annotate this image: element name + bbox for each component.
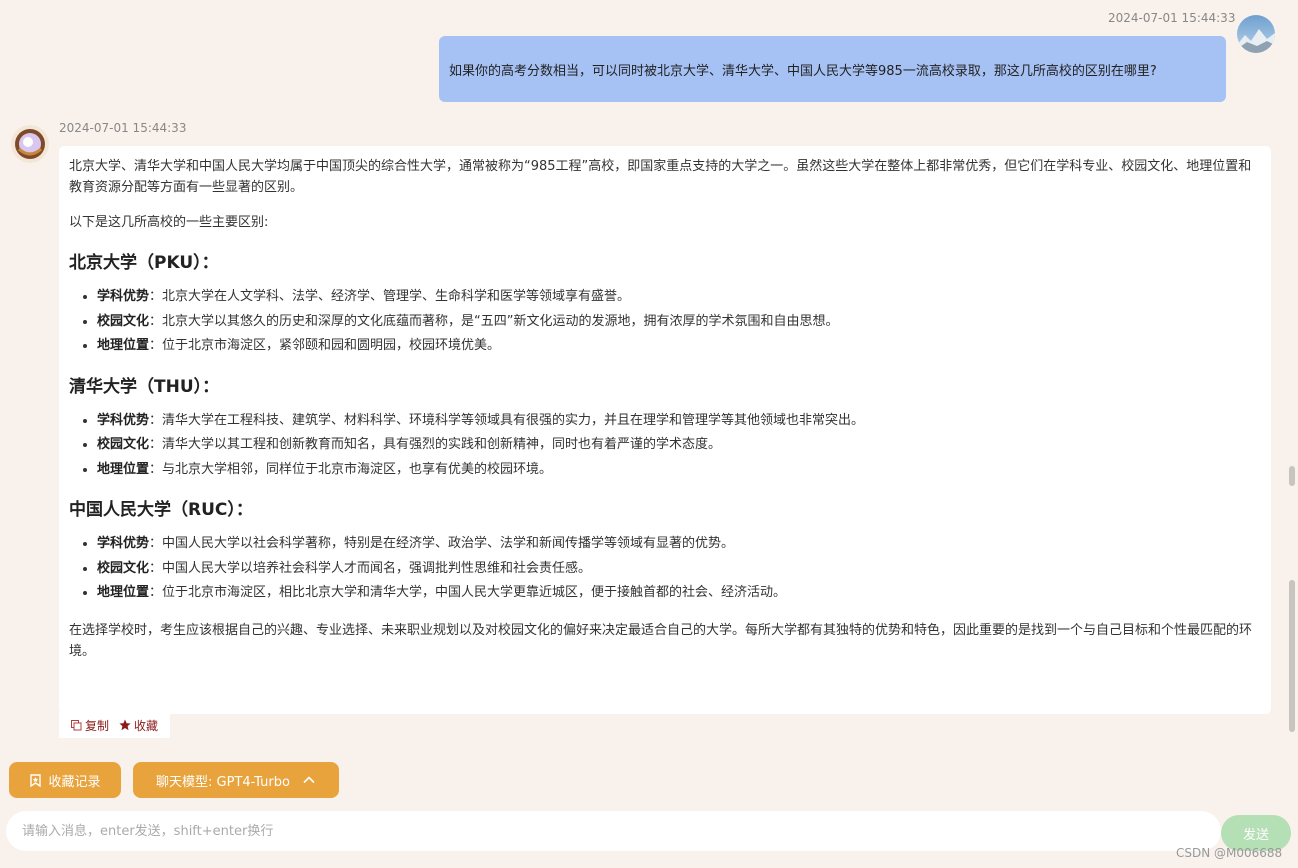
list-item-label: 学科优势 xyxy=(97,289,150,304)
list-item-text: ：清华大学以其工程和创新教育而知名，具有强烈的实践和创新精神，同时也有着严谨的学… xyxy=(149,437,722,452)
list-item-label: 校园文化 xyxy=(97,313,150,329)
list-item-text: ：清华大学在工程科技、建筑学、材料科学、环境科学等领域具有很强的实力，并且在理学… xyxy=(149,412,865,428)
list-item-label: 地理位置 xyxy=(97,461,150,477)
chat-model-selector[interactable]: 聊天模型: GPT4-Turbo xyxy=(133,762,339,798)
copy-icon xyxy=(71,719,82,730)
ai-intro-paragraph: 北京大学、清华大学和中国人民大学均属于中国顶尖的综合性大学，通常被称为“985工… xyxy=(69,159,1252,195)
list-item: 学科优势：清华大学在工程科技、建筑学、材料科学、环境科学等领域具有很强的实力，并… xyxy=(97,409,1261,434)
user-avatar xyxy=(1237,15,1275,53)
list-item-text: ：中国人民大学以社会科学著称，特别是在经济学、政治学、法学和新闻传播学等领域有显… xyxy=(149,536,735,551)
message-input-container xyxy=(6,811,1221,851)
ai-conclusion-paragraph: 在选择学校时，考生应该根据自己的兴趣、专业选择、未来职业规划以及对校园文化的偏好… xyxy=(69,622,1253,659)
list-item: 地理位置：位于北京市海淀区，紧邻颐和园和圆明园，校园环境优美。 xyxy=(97,334,1261,359)
list-item: 学科优势：中国人民大学以社会科学著称，特别是在经济学、政治学、法学和新闻传播学等… xyxy=(97,532,1261,557)
copy-button[interactable]: 复制 xyxy=(71,717,109,734)
favorite-label: 收藏 xyxy=(134,718,159,733)
list-item: 校园文化：北京大学以其悠久的历史和深厚的文化底蕴而著称，是“五四”新文化运动的发… xyxy=(97,310,1261,335)
section-heading-ruc: 中国人民大学（RUC）： xyxy=(69,500,253,520)
section-list-ruc: 学科优势：中国人民大学以社会科学著称，特别是在经济学、政治学、法学和新闻传播学等… xyxy=(69,532,1261,606)
user-message-bubble: 如果你的高考分数相当，可以同时被北京大学、清华大学、中国人民大学等985一流高校… xyxy=(439,36,1226,102)
favorite-button[interactable]: 收藏 xyxy=(119,717,158,734)
bookmark-icon xyxy=(30,773,42,787)
user-message-timestamp: 2024-07-01 15:44:33 xyxy=(1108,11,1236,25)
list-item-label: 学科优势 xyxy=(97,412,150,428)
copy-label: 复制 xyxy=(85,718,110,733)
message-actions: 复制 收藏 xyxy=(59,712,170,738)
section-heading-pku: 北京大学（PKU）： xyxy=(69,253,219,273)
favorites-record-button[interactable]: 收藏记录 xyxy=(9,762,121,798)
section-list-pku: 学科优势：北京大学在人文学科、法学、经济学、管理学、生命科学和医学等领域享有盛誉… xyxy=(69,285,1261,359)
list-item-label: 校园文化 xyxy=(97,560,150,576)
ai-message-card: 北京大学、清华大学和中国人民大学均属于中国顶尖的综合性大学，通常被称为“985工… xyxy=(59,146,1271,714)
list-item-label: 学科优势 xyxy=(97,536,150,551)
list-item: 地理位置：与北京大学相邻，同样位于北京市海淀区，也享有优美的校园环境。 xyxy=(97,458,1261,483)
section-list-thu: 学科优势：清华大学在工程科技、建筑学、材料科学、环境科学等领域具有很强的实力，并… xyxy=(69,409,1261,483)
send-label: 发送 xyxy=(1242,827,1269,843)
star-icon xyxy=(119,719,131,731)
list-item-text: ：与北京大学相邻，同样位于北京市海淀区，也享有优美的校园环境。 xyxy=(149,461,553,477)
list-item: 学科优势：北京大学在人文学科、法学、经济学、管理学、生命科学和医学等领域享有盛誉… xyxy=(97,285,1261,310)
favorites-record-label: 收藏记录 xyxy=(48,774,101,790)
list-item-text: ：北京大学以其悠久的历史和深厚的文化底蕴而著称，是“五四”新文化运动的发源地，拥… xyxy=(149,313,839,329)
ai-message-timestamp: 2024-07-01 15:44:33 xyxy=(59,121,187,135)
list-item: 校园文化：清华大学以其工程和创新教育而知名，具有强烈的实践和创新精神，同时也有着… xyxy=(97,433,1261,458)
scrollbar-thumb[interactable] xyxy=(1289,466,1295,486)
section-heading-thu: 清华大学（THU）： xyxy=(69,376,220,397)
list-item-label: 校园文化 xyxy=(97,437,150,452)
list-item-text: ：位于北京市海淀区，相比北京大学和清华大学，中国人民大学更靠近城区，便于接触首都… xyxy=(149,585,787,600)
list-item-text: ：中国人民大学以培养社会科学人才而闻名，强调批判性思维和社会责任感。 xyxy=(149,560,592,576)
user-message-text: 如果你的高考分数相当，可以同时被北京大学、清华大学、中国人民大学等985一流高校… xyxy=(449,63,1157,79)
list-item-text: ：位于北京市海淀区，紧邻颐和园和圆明园，校园环境优美。 xyxy=(149,338,501,353)
scrollbar-thumb-lower[interactable] xyxy=(1289,580,1295,732)
list-item: 地理位置：位于北京市海淀区，相比北京大学和清华大学，中国人民大学更靠近城区，便于… xyxy=(97,581,1261,606)
list-item-label: 地理位置 xyxy=(97,585,150,600)
list-item-text: ：北京大学在人文学科、法学、经济学、管理学、生命科学和医学等领域享有盛誉。 xyxy=(149,289,631,304)
ai-lead-paragraph: 以下是这几所高校的一些主要区别: xyxy=(69,215,269,230)
ai-avatar xyxy=(11,125,49,163)
watermark: CSDN @M006688 xyxy=(1176,846,1283,860)
list-item-label: 地理位置 xyxy=(97,338,150,353)
message-input[interactable] xyxy=(20,822,1207,840)
chat-model-label: 聊天模型: GPT4-Turbo xyxy=(156,774,290,790)
list-item: 校园文化：中国人民大学以培养社会科学人才而闻名，强调批判性思维和社会责任感。 xyxy=(97,557,1261,582)
chevron-up-icon xyxy=(303,776,315,784)
